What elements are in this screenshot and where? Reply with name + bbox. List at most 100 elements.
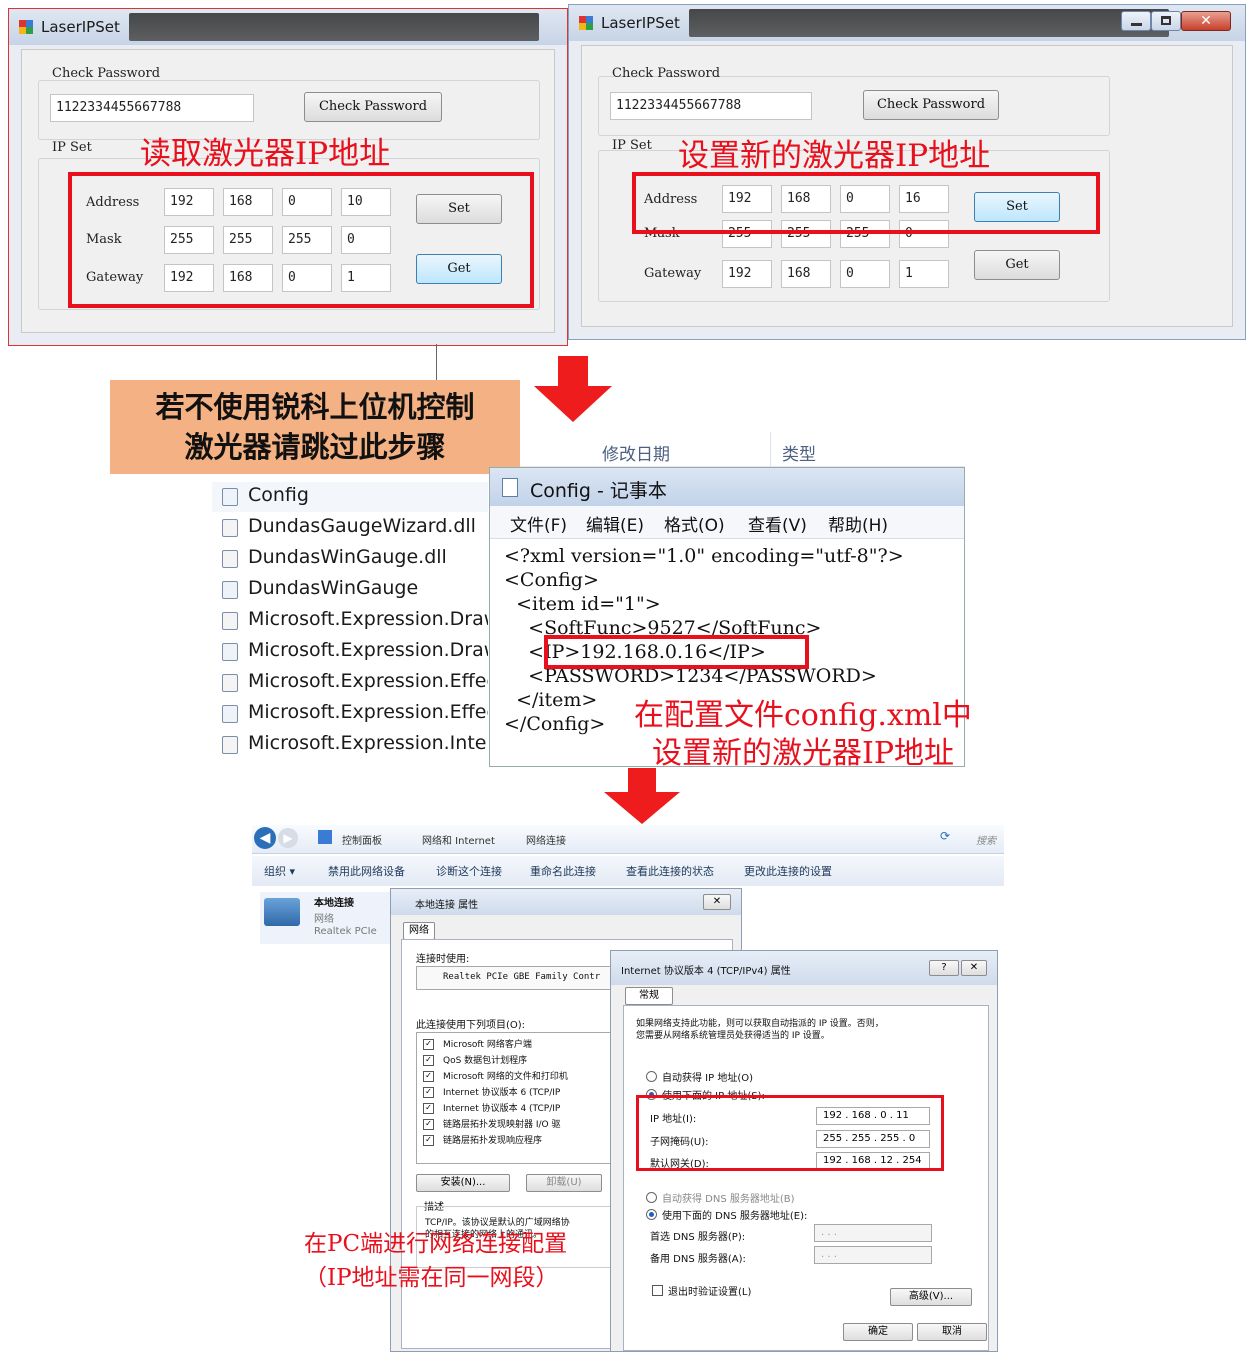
gateway-octet-1[interactable]: 192: [722, 260, 772, 288]
component-item[interactable]: QoS 数据包计划程序: [443, 1053, 527, 1066]
auto-ip-radio[interactable]: [646, 1071, 657, 1082]
validate-label[interactable]: 退出时验证设置(L): [668, 1283, 751, 1298]
alternate-dns-label: 备用 DNS 服务器(A):: [650, 1254, 746, 1265]
breadcrumb-control-panel[interactable]: 控制面板: [342, 832, 382, 847]
file-item[interactable]: DundasGaugeWizard.dll: [248, 515, 476, 545]
get-button[interactable]: Get: [974, 250, 1060, 280]
breadcrumb-network-connections[interactable]: 网络连接: [526, 832, 566, 847]
skip-step-note: 若不使用锐科上位机控制 激光器请跳过此步骤: [110, 380, 520, 474]
component-checkbox[interactable]: ✓: [423, 1055, 434, 1066]
refresh-icon[interactable]: ⟳: [940, 829, 950, 843]
code-line: <item id="1">: [504, 593, 661, 615]
file-item[interactable]: Microsoft.Expression.Effects: [248, 670, 488, 700]
column-type[interactable]: 类型: [782, 440, 816, 465]
file-item[interactable]: Microsoft.Expression.Drawi: [248, 608, 488, 638]
back-icon[interactable]: ◀: [254, 827, 276, 849]
app-icon: [579, 16, 593, 30]
config-file-icon: [222, 705, 238, 723]
component-item[interactable]: Internet 协议版本 4 (TCP/IP: [443, 1101, 560, 1114]
component-item[interactable]: Microsoft 网络客户端: [443, 1037, 532, 1050]
close-button[interactable]: ✕: [1181, 11, 1231, 31]
install-button[interactable]: 安装(N)...: [416, 1174, 510, 1192]
component-checkbox[interactable]: ✓: [423, 1039, 434, 1050]
cmd-rename[interactable]: 重命名此连接: [530, 863, 596, 879]
component-checkbox[interactable]: ✓: [423, 1119, 434, 1130]
auto-ip-label[interactable]: 自动获得 IP 地址(O): [662, 1069, 753, 1084]
file-item[interactable]: Microsoft.Expression.Intera: [248, 732, 488, 762]
component-item[interactable]: 链路层拓扑发现响应程序: [443, 1133, 542, 1146]
advanced-button[interactable]: 高级(V)...: [890, 1288, 972, 1306]
file-item[interactable]: Microsoft.Expression.Effects: [248, 701, 488, 731]
uninstall-button[interactable]: 卸载(U): [526, 1174, 602, 1192]
password-input[interactable]: 1122334455667788: [610, 92, 812, 120]
menu-edit[interactable]: 编辑(E): [586, 511, 644, 536]
check-password-button[interactable]: Check Password: [863, 90, 999, 120]
preferred-dns-field[interactable]: . . .: [814, 1224, 932, 1242]
ipv4-settings-highlight: [636, 1095, 944, 1171]
cmd-organize[interactable]: 组织 ▾: [264, 863, 295, 879]
cmd-view-status[interactable]: 查看此连接的状态: [626, 863, 714, 879]
cmd-diagnose[interactable]: 诊断这个连接: [436, 863, 502, 879]
forward-icon[interactable]: ▶: [278, 828, 298, 848]
app-icon: [19, 20, 33, 34]
file-item[interactable]: Config: [248, 484, 309, 514]
notepad-title-bar: Config - 记事本: [490, 468, 964, 506]
read-ip-annotation: 读取激光器IP地址: [140, 136, 391, 172]
validate-checkbox[interactable]: [652, 1285, 663, 1296]
manual-dns-radio[interactable]: [646, 1209, 657, 1220]
help-icon[interactable]: ?: [929, 960, 959, 976]
check-password-button[interactable]: Check Password: [304, 92, 442, 122]
nic-name: Realtek PCIe GBE Family Contr: [443, 972, 601, 982]
maximize-button[interactable]: [1151, 11, 1181, 31]
window-title: LaserIPSet: [41, 18, 120, 36]
component-item[interactable]: Microsoft 网络的文件和打印机: [443, 1069, 568, 1082]
menu-help[interactable]: 帮助(H): [828, 511, 888, 536]
alternate-dns-field[interactable]: . . .: [814, 1246, 932, 1264]
auto-dns-radio[interactable]: [646, 1192, 657, 1203]
close-icon[interactable]: ✕: [961, 960, 987, 976]
cmd-change-settings[interactable]: 更改此连接的设置: [744, 863, 832, 879]
password-input[interactable]: 1122334455667788: [50, 94, 254, 122]
cancel-button[interactable]: 取消: [917, 1323, 987, 1341]
component-item[interactable]: Internet 协议版本 6 (TCP/IP: [443, 1085, 560, 1098]
minimize-button[interactable]: [1121, 11, 1151, 31]
component-checkbox[interactable]: ✓: [423, 1135, 434, 1146]
component-item[interactable]: 链路层拓扑发现映射器 I/O 驱: [443, 1117, 561, 1130]
auto-dns-label[interactable]: 自动获得 DNS 服务器地址(B): [662, 1190, 795, 1205]
command-bar: 组织 ▾ 禁用此网络设备 诊断这个连接 重命名此连接 查看此连接的状态 更改此连…: [252, 856, 1004, 886]
config-file-icon: [222, 643, 238, 661]
code-line: <Config>: [504, 569, 599, 591]
gateway-octet-2[interactable]: 168: [781, 260, 831, 288]
search-box[interactable]: 搜索: [976, 832, 996, 847]
manual-dns-label[interactable]: 使用下面的 DNS 服务器地址(E):: [662, 1207, 807, 1222]
ip-set-label: IP Set: [612, 138, 652, 153]
component-checkbox[interactable]: ✓: [423, 1071, 434, 1082]
gateway-octet-3[interactable]: 0: [840, 260, 890, 288]
column-modified[interactable]: 修改日期: [602, 440, 670, 465]
config-ip-highlight: [544, 635, 809, 669]
tab-general[interactable]: 常规: [625, 987, 673, 1005]
component-checkbox[interactable]: ✓: [423, 1103, 434, 1114]
adapter-line2: 网络: [314, 914, 334, 925]
network-folder-icon: [318, 830, 332, 844]
breadcrumb-network-internet[interactable]: 网络和 Internet: [422, 832, 495, 847]
notepad-title: Config - 记事本: [530, 480, 667, 502]
ip-set-label: IP Set: [52, 140, 92, 155]
close-icon[interactable]: ✕: [703, 894, 731, 910]
tab-network[interactable]: 网络: [403, 922, 435, 940]
cmd-disable[interactable]: 禁用此网络设备: [328, 863, 405, 879]
menu-format[interactable]: 格式(O): [664, 511, 725, 536]
component-checkbox[interactable]: ✓: [423, 1087, 434, 1098]
skip-note-line1: 若不使用锐科上位机控制: [155, 390, 475, 424]
file-item[interactable]: Microsoft.Expression.Drawi: [248, 639, 488, 669]
config-annotation-line2: 设置新的激光器IP地址: [652, 736, 955, 771]
menu-file[interactable]: 文件(F): [510, 511, 567, 536]
config-file-icon: [222, 488, 238, 506]
menu-view[interactable]: 查看(V): [748, 511, 807, 536]
ok-button[interactable]: 确定: [843, 1323, 913, 1341]
file-item[interactable]: DundasWinGauge: [248, 577, 418, 607]
adapter-item[interactable]: 本地连接 网络 Realtek PCIe: [260, 892, 396, 944]
code-line: </item>: [504, 689, 598, 711]
gateway-octet-4[interactable]: 1: [899, 260, 949, 288]
file-item[interactable]: DundasWinGauge.dll: [248, 546, 447, 576]
